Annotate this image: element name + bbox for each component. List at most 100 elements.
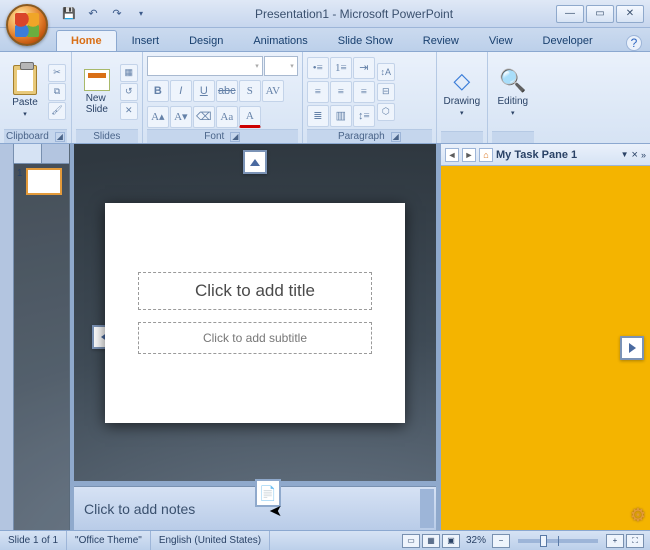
title-placeholder[interactable]: Click to add title bbox=[138, 272, 372, 310]
tab-review[interactable]: Review bbox=[408, 30, 474, 51]
zoom-in-button[interactable]: + bbox=[606, 534, 624, 548]
tab-view[interactable]: View bbox=[474, 30, 528, 51]
text-direction-button[interactable]: ↕A bbox=[377, 63, 395, 81]
ribbon-tabs: Home Insert Design Animations Slide Show… bbox=[0, 28, 650, 52]
zoom-percent[interactable]: 32% bbox=[466, 535, 486, 546]
bullets-button[interactable]: •≡ bbox=[307, 57, 329, 79]
task-pane-header: ◄ ► ⌂ My Task Pane 1 ▼ × » bbox=[441, 144, 650, 166]
status-slide-number[interactable]: Slide 1 of 1 bbox=[0, 531, 67, 550]
drag-preview-icon: 📄 bbox=[255, 479, 281, 507]
clear-format-button[interactable]: ⌫ bbox=[193, 106, 215, 128]
taskpane-forward-button[interactable]: ► bbox=[462, 148, 476, 162]
line-spacing-button[interactable]: ↕≡ bbox=[353, 105, 375, 127]
shrink-font-button[interactable]: A▾ bbox=[170, 106, 192, 128]
zoom-out-button[interactable]: − bbox=[492, 534, 510, 548]
notes-scrollbar[interactable] bbox=[420, 489, 434, 528]
office-button[interactable] bbox=[6, 4, 48, 46]
drawing-label: Drawing bbox=[443, 96, 480, 107]
tab-slideshow[interactable]: Slide Show bbox=[323, 30, 408, 51]
minimize-button[interactable]: ― bbox=[556, 5, 584, 23]
task-pane-body[interactable]: ⚙ bbox=[441, 166, 650, 530]
italic-button[interactable]: I bbox=[170, 80, 192, 102]
task-pane: ◄ ► ⌂ My Task Pane 1 ▼ × » ⚙ bbox=[440, 144, 650, 530]
save-icon[interactable]: 💾 bbox=[58, 3, 80, 25]
list-level-button[interactable]: ⇥ bbox=[353, 57, 375, 79]
fit-to-window-button[interactable]: ⛶ bbox=[626, 534, 644, 548]
justify-button[interactable]: ≣ bbox=[307, 105, 329, 127]
delete-slide-icon[interactable]: ✕ bbox=[120, 102, 138, 120]
tab-home[interactable]: Home bbox=[56, 30, 117, 51]
group-clipboard: Paste ▾ ✂ ⧉ 🖌 Clipboard ◢ bbox=[0, 52, 72, 143]
new-slide-button[interactable]: New Slide bbox=[76, 58, 118, 126]
underline-button[interactable]: U bbox=[193, 80, 215, 102]
help-icon[interactable]: ? bbox=[626, 35, 642, 51]
taskpane-menu-icon[interactable]: ▼ bbox=[621, 150, 629, 159]
group-clipboard-label: Clipboard bbox=[6, 131, 49, 142]
align-right-button[interactable]: ≡ bbox=[353, 81, 375, 103]
change-case-button[interactable]: Aa bbox=[216, 106, 238, 128]
notes-placeholder: Click to add notes bbox=[84, 501, 195, 517]
taskpane-expand-icon[interactable]: » bbox=[641, 150, 646, 160]
copy-icon[interactable]: ⧉ bbox=[48, 83, 66, 101]
tab-outline[interactable] bbox=[42, 144, 69, 163]
editing-button[interactable]: 🔍 Editing ▾ bbox=[492, 59, 534, 127]
group-drawing: ◇ Drawing ▾ bbox=[437, 52, 488, 143]
tab-design[interactable]: Design bbox=[174, 30, 238, 51]
reset-icon[interactable]: ↺ bbox=[120, 83, 138, 101]
cut-icon[interactable]: ✂ bbox=[48, 64, 66, 82]
font-family-combo[interactable]: ▾ bbox=[147, 56, 263, 76]
taskpane-home-icon[interactable]: ⌂ bbox=[479, 148, 493, 162]
paste-button[interactable]: Paste ▾ bbox=[4, 58, 46, 126]
strikethrough-button[interactable]: abc bbox=[216, 80, 238, 102]
smartart-button[interactable]: ⬡ bbox=[377, 103, 395, 121]
char-spacing-button[interactable]: AV bbox=[262, 80, 284, 102]
paragraph-dialog-launcher[interactable]: ◢ bbox=[391, 132, 401, 142]
font-dialog-launcher[interactable]: ◢ bbox=[230, 132, 240, 142]
status-bar: Slide 1 of 1 "Office Theme" English (Uni… bbox=[0, 530, 650, 550]
font-color-button[interactable]: A bbox=[239, 106, 261, 128]
slide-canvas[interactable]: Click to add title Click to add subtitle bbox=[105, 203, 405, 423]
tab-animations[interactable]: Animations bbox=[238, 30, 322, 51]
notes-pane[interactable]: Click to add notes 📄 ➤ bbox=[74, 486, 436, 530]
zoom-slider[interactable] bbox=[518, 539, 598, 543]
align-text-button[interactable]: ⊟ bbox=[377, 83, 395, 101]
align-center-button[interactable]: ≡ bbox=[330, 81, 352, 103]
grow-font-button[interactable]: A▴ bbox=[147, 106, 169, 128]
group-editing: 🔍 Editing ▾ bbox=[488, 52, 538, 143]
normal-view-button[interactable]: ▭ bbox=[402, 534, 420, 548]
tab-insert[interactable]: Insert bbox=[117, 30, 175, 51]
sorter-view-button[interactable]: ▦ bbox=[422, 534, 440, 548]
status-theme[interactable]: "Office Theme" bbox=[67, 531, 151, 550]
group-slides-label: Slides bbox=[93, 131, 120, 142]
shadow-button[interactable]: S bbox=[239, 80, 261, 102]
shapes-icon: ◇ bbox=[453, 68, 470, 94]
columns-button[interactable]: ▥ bbox=[330, 105, 352, 127]
layout-icon[interactable]: ▦ bbox=[120, 64, 138, 82]
redo-icon[interactable]: ↷ bbox=[106, 3, 128, 25]
editing-label: Editing bbox=[498, 96, 529, 107]
tab-slides-thumb[interactable] bbox=[14, 144, 42, 163]
maximize-button[interactable]: ▭ bbox=[586, 5, 614, 23]
status-language[interactable]: English (United States) bbox=[151, 531, 270, 550]
outline-collapsed-bar[interactable] bbox=[0, 144, 14, 530]
qat-customize-icon[interactable]: ▾ bbox=[130, 3, 152, 25]
align-left-button[interactable]: ≡ bbox=[307, 81, 329, 103]
subtitle-placeholder[interactable]: Click to add subtitle bbox=[138, 322, 372, 354]
numbering-button[interactable]: 1≡ bbox=[330, 57, 352, 79]
thumbnail-1[interactable]: 1 bbox=[17, 168, 67, 195]
thumb-preview bbox=[26, 168, 62, 195]
font-size-combo[interactable]: ▾ bbox=[264, 56, 298, 76]
dock-indicator-right[interactable] bbox=[620, 336, 644, 360]
clipboard-dialog-launcher[interactable]: ◢ bbox=[55, 132, 65, 142]
window-title: Presentation1 - Microsoft PowerPoint bbox=[152, 7, 556, 21]
tab-developer[interactable]: Developer bbox=[528, 30, 608, 51]
gear-icon[interactable]: ⚙ bbox=[630, 505, 646, 526]
undo-icon[interactable]: ↶ bbox=[82, 3, 104, 25]
close-button[interactable]: ✕ bbox=[616, 5, 644, 23]
taskpane-back-button[interactable]: ◄ bbox=[445, 148, 459, 162]
slideshow-view-button[interactable]: ▣ bbox=[442, 534, 460, 548]
format-painter-icon[interactable]: 🖌 bbox=[48, 102, 66, 120]
bold-button[interactable]: B bbox=[147, 80, 169, 102]
taskpane-close-icon[interactable]: × bbox=[632, 149, 638, 161]
drawing-button[interactable]: ◇ Drawing ▾ bbox=[441, 59, 483, 127]
